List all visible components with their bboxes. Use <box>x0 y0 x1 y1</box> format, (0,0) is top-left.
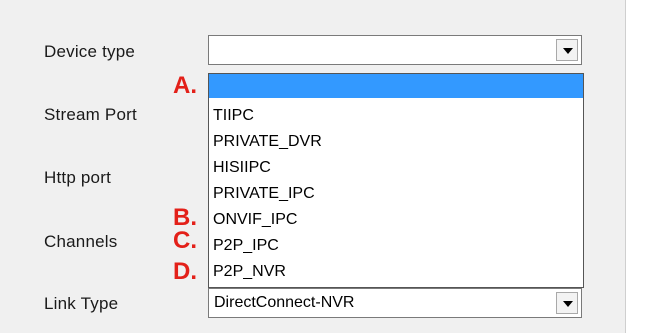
device-type-label: Device type <box>44 42 136 61</box>
link-type-combo[interactable]: DirectConnect-NVR <box>208 288 582 318</box>
link-type-value: DirectConnect-NVR <box>214 294 355 311</box>
device-type-option-hisiipc[interactable]: HISIIPC <box>209 156 583 180</box>
right-gutter <box>625 0 649 333</box>
annotation-marker-d: D. <box>173 258 197 285</box>
device-type-combo[interactable] <box>208 35 582 65</box>
annotation-marker-a: A. <box>173 72 197 99</box>
device-type-option-p2p-ipc[interactable]: P2P_IPC <box>209 234 583 258</box>
device-type-option-private-dvr[interactable]: PRIVATE_DVR <box>209 130 583 154</box>
chevron-down-icon <box>563 301 573 307</box>
stream-port-label: Stream Port <box>44 105 137 124</box>
device-type-option-private-ipc[interactable]: PRIVATE_IPC <box>209 182 583 206</box>
http-port-label: Http port <box>44 168 111 187</box>
chevron-down-icon <box>563 48 573 54</box>
annotation-marker-c: C. <box>173 227 197 254</box>
dialog-panel: Device type Stream Port Http port Channe… <box>0 0 625 333</box>
device-type-option-onvif-ipc[interactable]: ONVIF_IPC <box>209 208 583 232</box>
channels-label: Channels <box>44 232 118 251</box>
device-type-option-p2p-nvr[interactable]: P2P_NVR <box>209 260 583 284</box>
link-type-dropdown-button[interactable] <box>556 292 578 314</box>
device-type-dropdown-list[interactable]: TIIPC PRIVATE_DVR HISIIPC PRIVATE_IPC ON… <box>208 73 584 288</box>
device-type-option-blank[interactable] <box>209 74 583 98</box>
device-type-option-tiipc[interactable]: TIIPC <box>209 104 583 128</box>
link-type-label: Link Type <box>44 294 119 313</box>
device-type-dropdown-button[interactable] <box>556 39 578 61</box>
